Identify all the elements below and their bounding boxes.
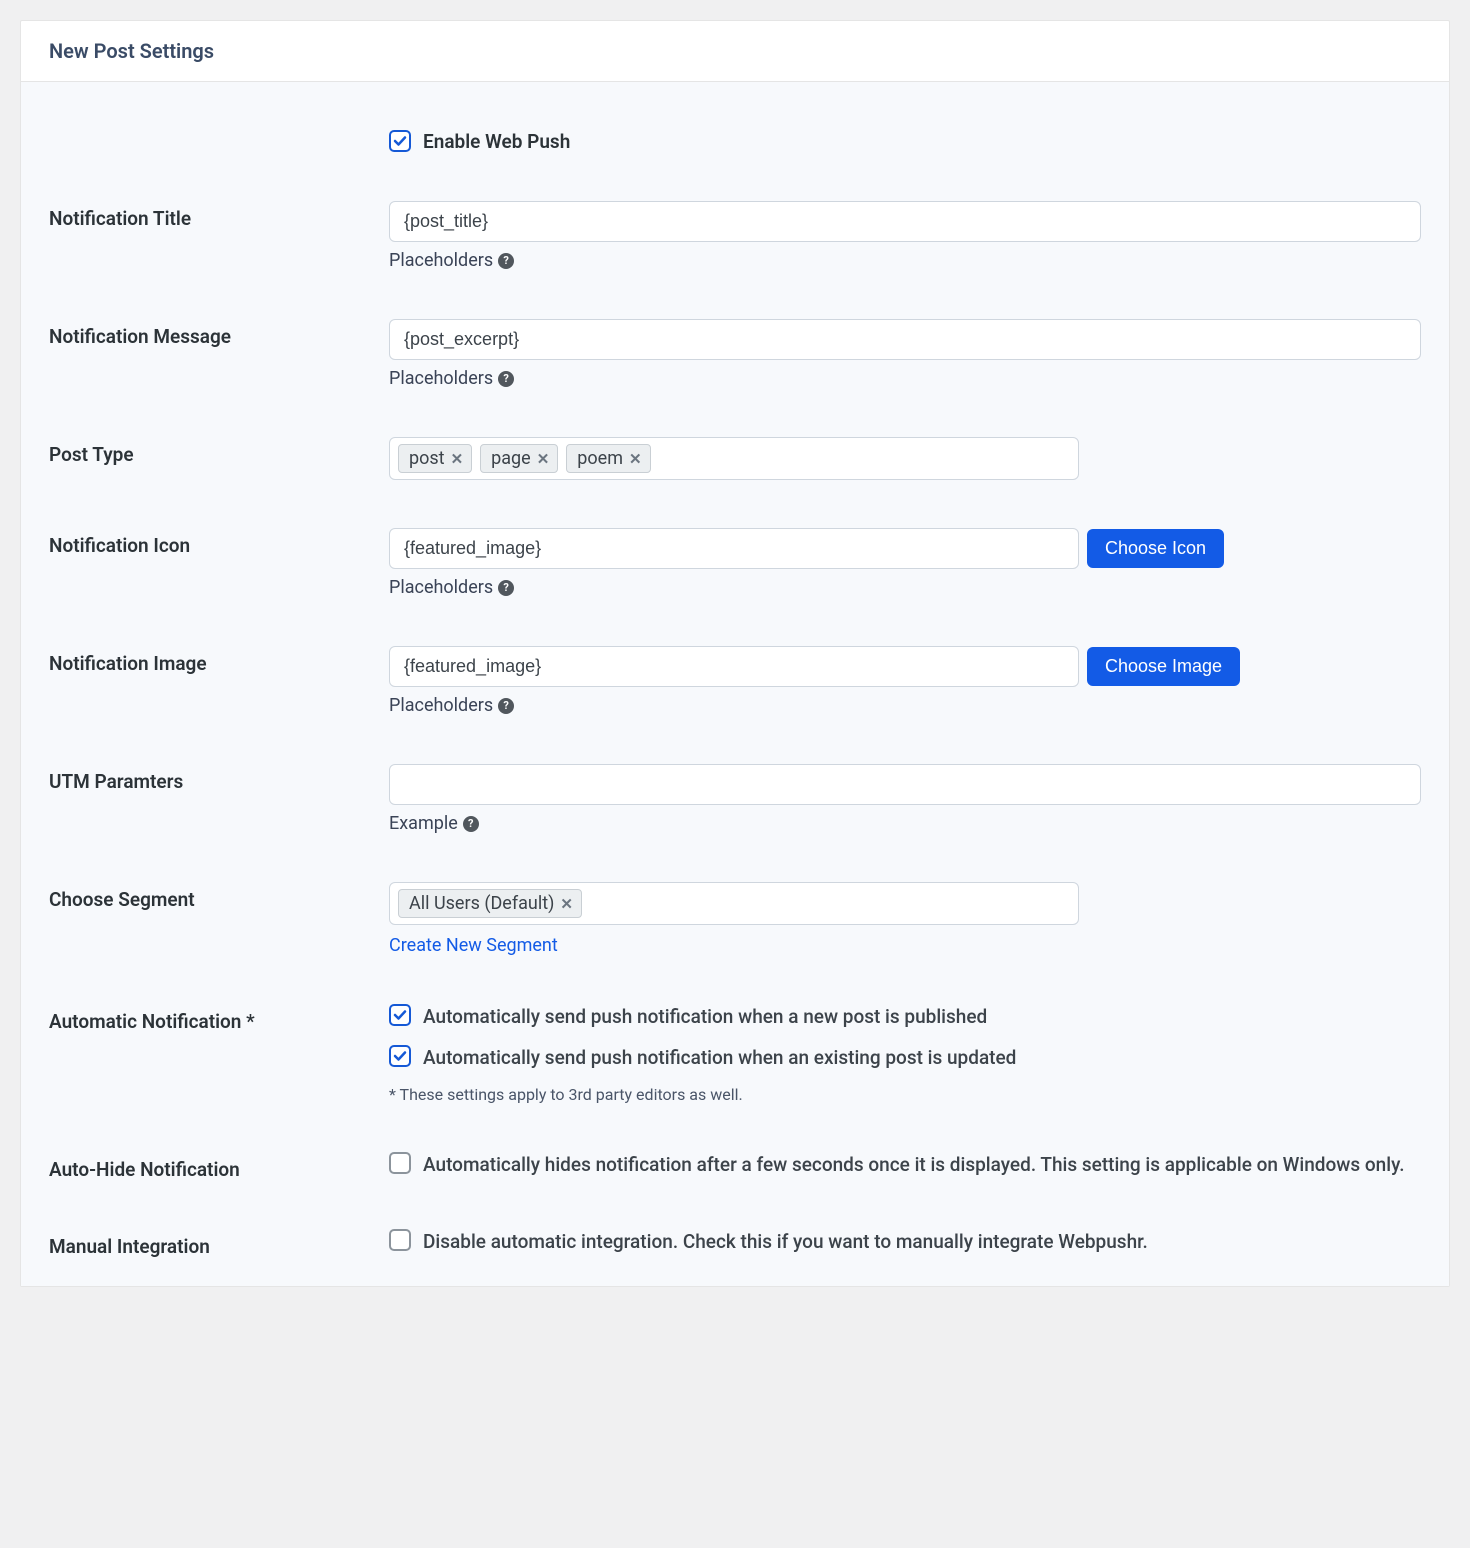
tag-poem[interactable]: poem✕ — [566, 444, 650, 473]
post-type-input[interactable]: post✕ page✕ poem✕ — [389, 437, 1079, 480]
post-type-row: Post Type post✕ page✕ poem✕ — [49, 437, 1421, 480]
tag-post[interactable]: post✕ — [398, 444, 472, 473]
panel-header: New Post Settings — [21, 21, 1449, 82]
notif-icon-row: Notification Icon Choose Icon Placeholde… — [49, 528, 1421, 598]
checkmark-icon — [393, 134, 407, 148]
notif-icon-input[interactable] — [389, 528, 1079, 569]
notif-title-input[interactable] — [389, 201, 1421, 242]
notif-message-label: Notification Message — [49, 325, 231, 348]
enable-row: Enable Web Push — [49, 130, 1421, 153]
notif-image-row: Notification Image Choose Image Placehol… — [49, 646, 1421, 716]
create-segment-link[interactable]: Create New Segment — [389, 935, 558, 956]
auto-notif-label: Automatic Notification * — [49, 1010, 255, 1033]
post-type-label: Post Type — [49, 443, 134, 466]
close-icon[interactable]: ✕ — [629, 450, 642, 468]
auto-publish-label: Automatically send push notification whe… — [423, 1004, 987, 1031]
manual-label: Manual Integration — [49, 1235, 210, 1258]
panel-title: New Post Settings — [49, 39, 1421, 63]
auto-hide-row: Auto-Hide Notification Automatically hid… — [49, 1152, 1421, 1181]
notif-message-input[interactable] — [389, 319, 1421, 360]
notif-title-label: Notification Title — [49, 207, 191, 230]
manual-row: Manual Integration Disable automatic int… — [49, 1229, 1421, 1258]
notif-image-label: Notification Image — [49, 652, 207, 675]
auto-publish-checkbox[interactable] — [389, 1004, 411, 1026]
help-icon[interactable]: ? — [498, 580, 514, 596]
manual-checkbox[interactable] — [389, 1229, 411, 1251]
choose-icon-button[interactable]: Choose Icon — [1087, 529, 1224, 568]
auto-notif-note: * These settings apply to 3rd party edit… — [389, 1085, 1421, 1104]
segment-input[interactable]: All Users (Default)✕ — [389, 882, 1079, 925]
notif-title-row: Notification Title Placeholders ? — [49, 201, 1421, 271]
utm-helper: Example ? — [389, 813, 1421, 834]
close-icon[interactable]: ✕ — [451, 450, 464, 468]
checkmark-icon — [393, 1049, 407, 1063]
enable-checkbox[interactable] — [389, 130, 411, 152]
auto-update-checkbox[interactable] — [389, 1045, 411, 1067]
notif-message-row: Notification Message Placeholders ? — [49, 319, 1421, 389]
notif-title-helper: Placeholders ? — [389, 250, 1421, 271]
help-icon[interactable]: ? — [498, 698, 514, 714]
auto-hide-desc: Automatically hides notification after a… — [423, 1152, 1405, 1179]
panel-body: Enable Web Push Notification Title Place… — [21, 82, 1449, 1286]
notif-message-helper: Placeholders ? — [389, 368, 1421, 389]
help-icon[interactable]: ? — [498, 371, 514, 387]
help-icon[interactable]: ? — [498, 253, 514, 269]
choose-image-button[interactable]: Choose Image — [1087, 647, 1240, 686]
enable-label: Enable Web Push — [423, 130, 570, 153]
tag-all-users[interactable]: All Users (Default)✕ — [398, 889, 582, 918]
auto-notif-row: Automatic Notification * Automatically s… — [49, 1004, 1421, 1104]
auto-hide-checkbox[interactable] — [389, 1152, 411, 1174]
notif-icon-label: Notification Icon — [49, 534, 190, 557]
settings-panel: New Post Settings Enable Web Push Notifi… — [20, 20, 1450, 1287]
close-icon[interactable]: ✕ — [537, 450, 550, 468]
segment-label: Choose Segment — [49, 888, 195, 911]
notif-image-input[interactable] — [389, 646, 1079, 687]
utm-label: UTM Paramters — [49, 770, 183, 793]
close-icon[interactable]: ✕ — [560, 895, 573, 913]
manual-desc: Disable automatic integration. Check thi… — [423, 1229, 1148, 1256]
checkmark-icon — [393, 1008, 407, 1022]
auto-update-label: Automatically send push notification whe… — [423, 1045, 1016, 1072]
utm-input[interactable] — [389, 764, 1421, 805]
help-icon[interactable]: ? — [463, 816, 479, 832]
utm-row: UTM Paramters Example ? — [49, 764, 1421, 834]
auto-hide-label: Auto-Hide Notification — [49, 1158, 240, 1181]
tag-page[interactable]: page✕ — [480, 444, 558, 473]
notif-icon-helper: Placeholders ? — [389, 577, 1421, 598]
notif-image-helper: Placeholders ? — [389, 695, 1421, 716]
segment-row: Choose Segment All Users (Default)✕ Crea… — [49, 882, 1421, 956]
